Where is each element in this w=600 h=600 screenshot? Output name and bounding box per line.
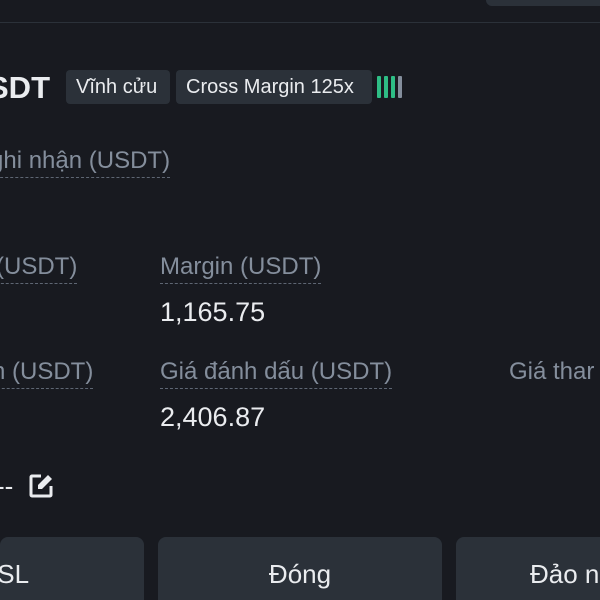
contract-type-tag: Vĩnh cửu <box>66 70 170 104</box>
tpsl-button-label: /SL <box>0 559 30 589</box>
liquidation-price-label[interactable]: Giá thar <box>509 357 594 388</box>
entry-price-label[interactable]: n (USDT) <box>0 357 94 389</box>
close-position-button[interactable]: Đóng <box>158 537 442 600</box>
margin-label[interactable]: Margin (USDT) <box>160 252 322 284</box>
realized-pnl-label[interactable]: ghi nhận (USDT) <box>0 146 171 178</box>
top-toolbar-pill[interactable] <box>486 0 600 6</box>
position-symbol: SDT <box>0 70 50 105</box>
tpsl-value: -- <box>0 471 14 501</box>
reverse-button-label: Đảo n <box>530 559 600 589</box>
margin-risk-indicator <box>377 70 402 104</box>
size-label[interactable]: (USDT) <box>0 252 78 284</box>
risk-bar <box>391 76 395 98</box>
close-button-label: Đóng <box>268 559 332 589</box>
edit-icon[interactable] <box>27 472 55 500</box>
tpsl-button[interactable]: /SL <box>0 537 144 600</box>
mark-price-value: 2,406.87 <box>160 402 266 432</box>
margin-mode-tag[interactable]: Cross Margin 125x <box>176 70 372 104</box>
tpsl-row: -- <box>0 470 55 502</box>
risk-bar <box>377 76 381 98</box>
reverse-position-button[interactable]: Đảo n <box>456 537 600 600</box>
margin-value: 1,165.75 <box>160 297 266 327</box>
risk-bar <box>384 76 388 98</box>
mark-price-label[interactable]: Giá đánh dấu (USDT) <box>160 357 393 389</box>
risk-bar <box>398 76 402 98</box>
top-divider <box>0 22 600 23</box>
